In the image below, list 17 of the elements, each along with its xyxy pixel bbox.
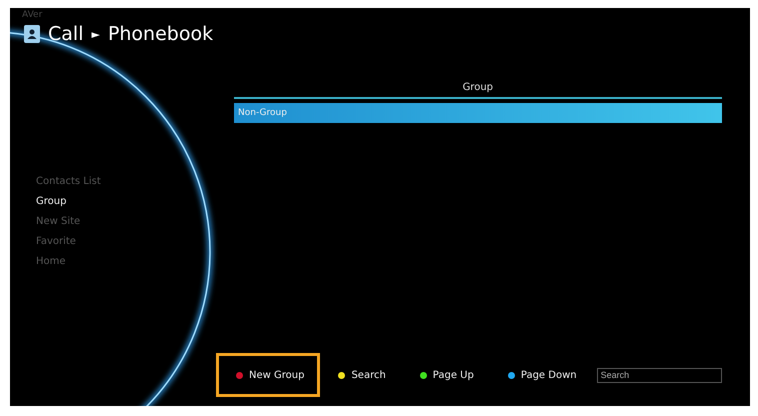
logo-text: AVer	[22, 10, 42, 20]
table-row[interactable]: Non-Group	[234, 103, 722, 123]
breadcrumb-separator: ►	[91, 28, 100, 40]
sidebar-item[interactable]: New Site	[36, 216, 222, 227]
action-label: New Group	[249, 370, 304, 380]
sidebar-item[interactable]: Home	[36, 256, 222, 267]
sidebar-item[interactable]: Favorite	[36, 236, 222, 247]
sidebar-item[interactable]: Contacts List	[36, 176, 222, 187]
search-field[interactable]: Search	[596, 368, 722, 382]
breadcrumb-section: Call	[48, 23, 84, 45]
action-label: Page Up	[432, 370, 474, 380]
page-title: Phonebook	[108, 23, 214, 45]
sidebar-item[interactable]: Group	[36, 196, 222, 207]
phonebook-icon	[24, 25, 40, 43]
action-label: Search	[351, 370, 386, 380]
column-header: Group	[234, 82, 722, 99]
action-label: Page Down	[520, 370, 577, 380]
